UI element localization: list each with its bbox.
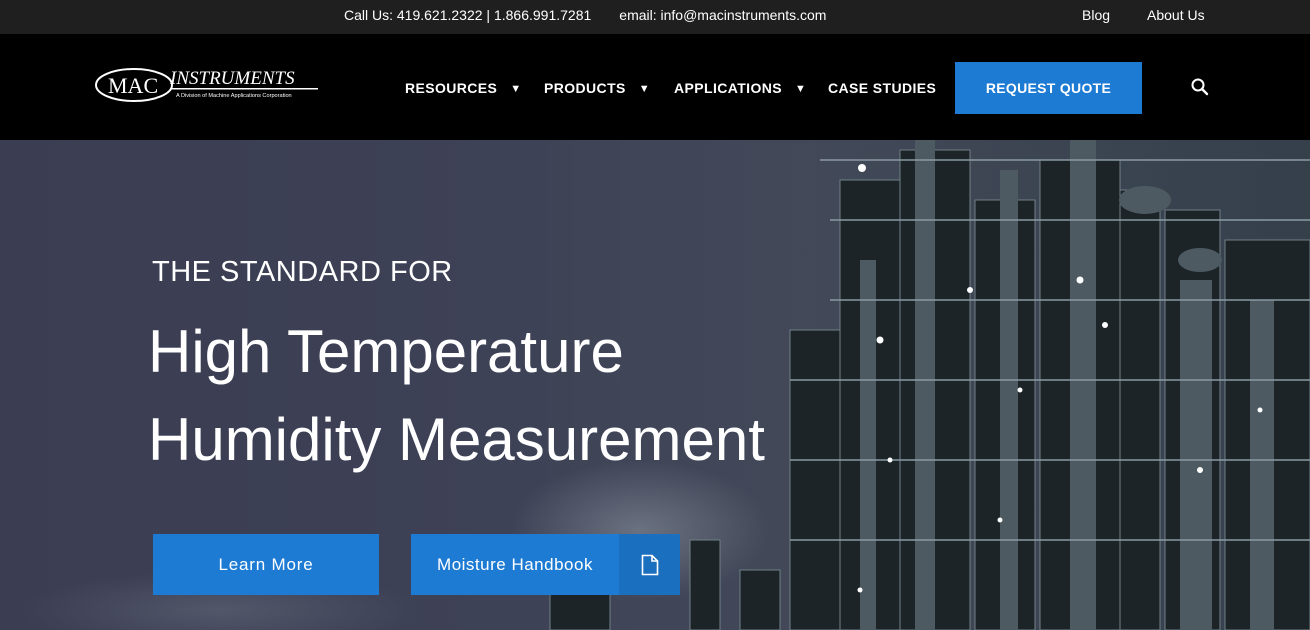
hero-banner: THE STANDARD FOR High Temperature Humidi…: [0, 140, 1310, 630]
hero-title-line-2: Humidity Measurement: [148, 406, 765, 473]
nav-products-label: PRODUCTS: [544, 80, 626, 96]
caret-down-icon: ▼: [510, 83, 522, 95]
nav-resources-label: RESOURCES: [405, 80, 498, 96]
email-link[interactable]: email: info@macinstruments.com: [619, 7, 826, 23]
logo-name: INSTRUMENTS: [169, 68, 295, 89]
logo-mark: MAC: [108, 73, 158, 98]
top-utility-bar: Call Us: 419.621.2322 | 1.866.991.7281 em…: [0, 0, 1310, 34]
search-icon[interactable]: [1190, 77, 1210, 97]
logo-tagline: A Division of Machine Applications Corpo…: [176, 93, 292, 99]
caret-down-icon: ▼: [638, 83, 651, 95]
nav-products[interactable]: PRODUCTS ▼: [544, 80, 650, 96]
hero-title: High Temperature Humidity Measurement: [148, 308, 765, 484]
hero-eyebrow-text: THE STANDARD FOR: [152, 256, 453, 288]
logo-graphic: MAC INSTRUMENTS A Division of Machine Ap…: [95, 68, 318, 102]
learn-more-button[interactable]: Learn More: [153, 534, 379, 595]
main-navbar: MAC INSTRUMENTS A Division of Machine Ap…: [0, 34, 1310, 140]
mac-instruments-logo[interactable]: MAC INSTRUMENTS A Division of Machine Ap…: [94, 66, 320, 108]
nav-applications-label: APPLICATIONS: [674, 80, 782, 96]
request-quote-button[interactable]: REQUEST QUOTE: [955, 62, 1142, 114]
blog-link[interactable]: Blog: [1082, 7, 1110, 23]
nav-case-studies[interactable]: CASE STUDIES: [828, 80, 936, 96]
moisture-handbook-label: Moisture Handbook: [437, 554, 593, 574]
contact-info: Call Us: 419.621.2322 | 1.866.991.7281 em…: [344, 7, 826, 23]
about-us-link[interactable]: About Us: [1147, 7, 1205, 23]
caret-down-icon: ▼: [795, 83, 807, 95]
nav-resources[interactable]: RESOURCES ▼: [405, 80, 522, 96]
nav-applications[interactable]: APPLICATIONS ▼: [674, 80, 806, 96]
document-icon: [619, 534, 680, 595]
phone-numbers[interactable]: Call Us: 419.621.2322 | 1.866.991.7281: [344, 7, 591, 23]
hero-title-line-1: High Temperature: [148, 318, 624, 385]
moisture-handbook-button[interactable]: Moisture Handbook: [411, 534, 680, 595]
